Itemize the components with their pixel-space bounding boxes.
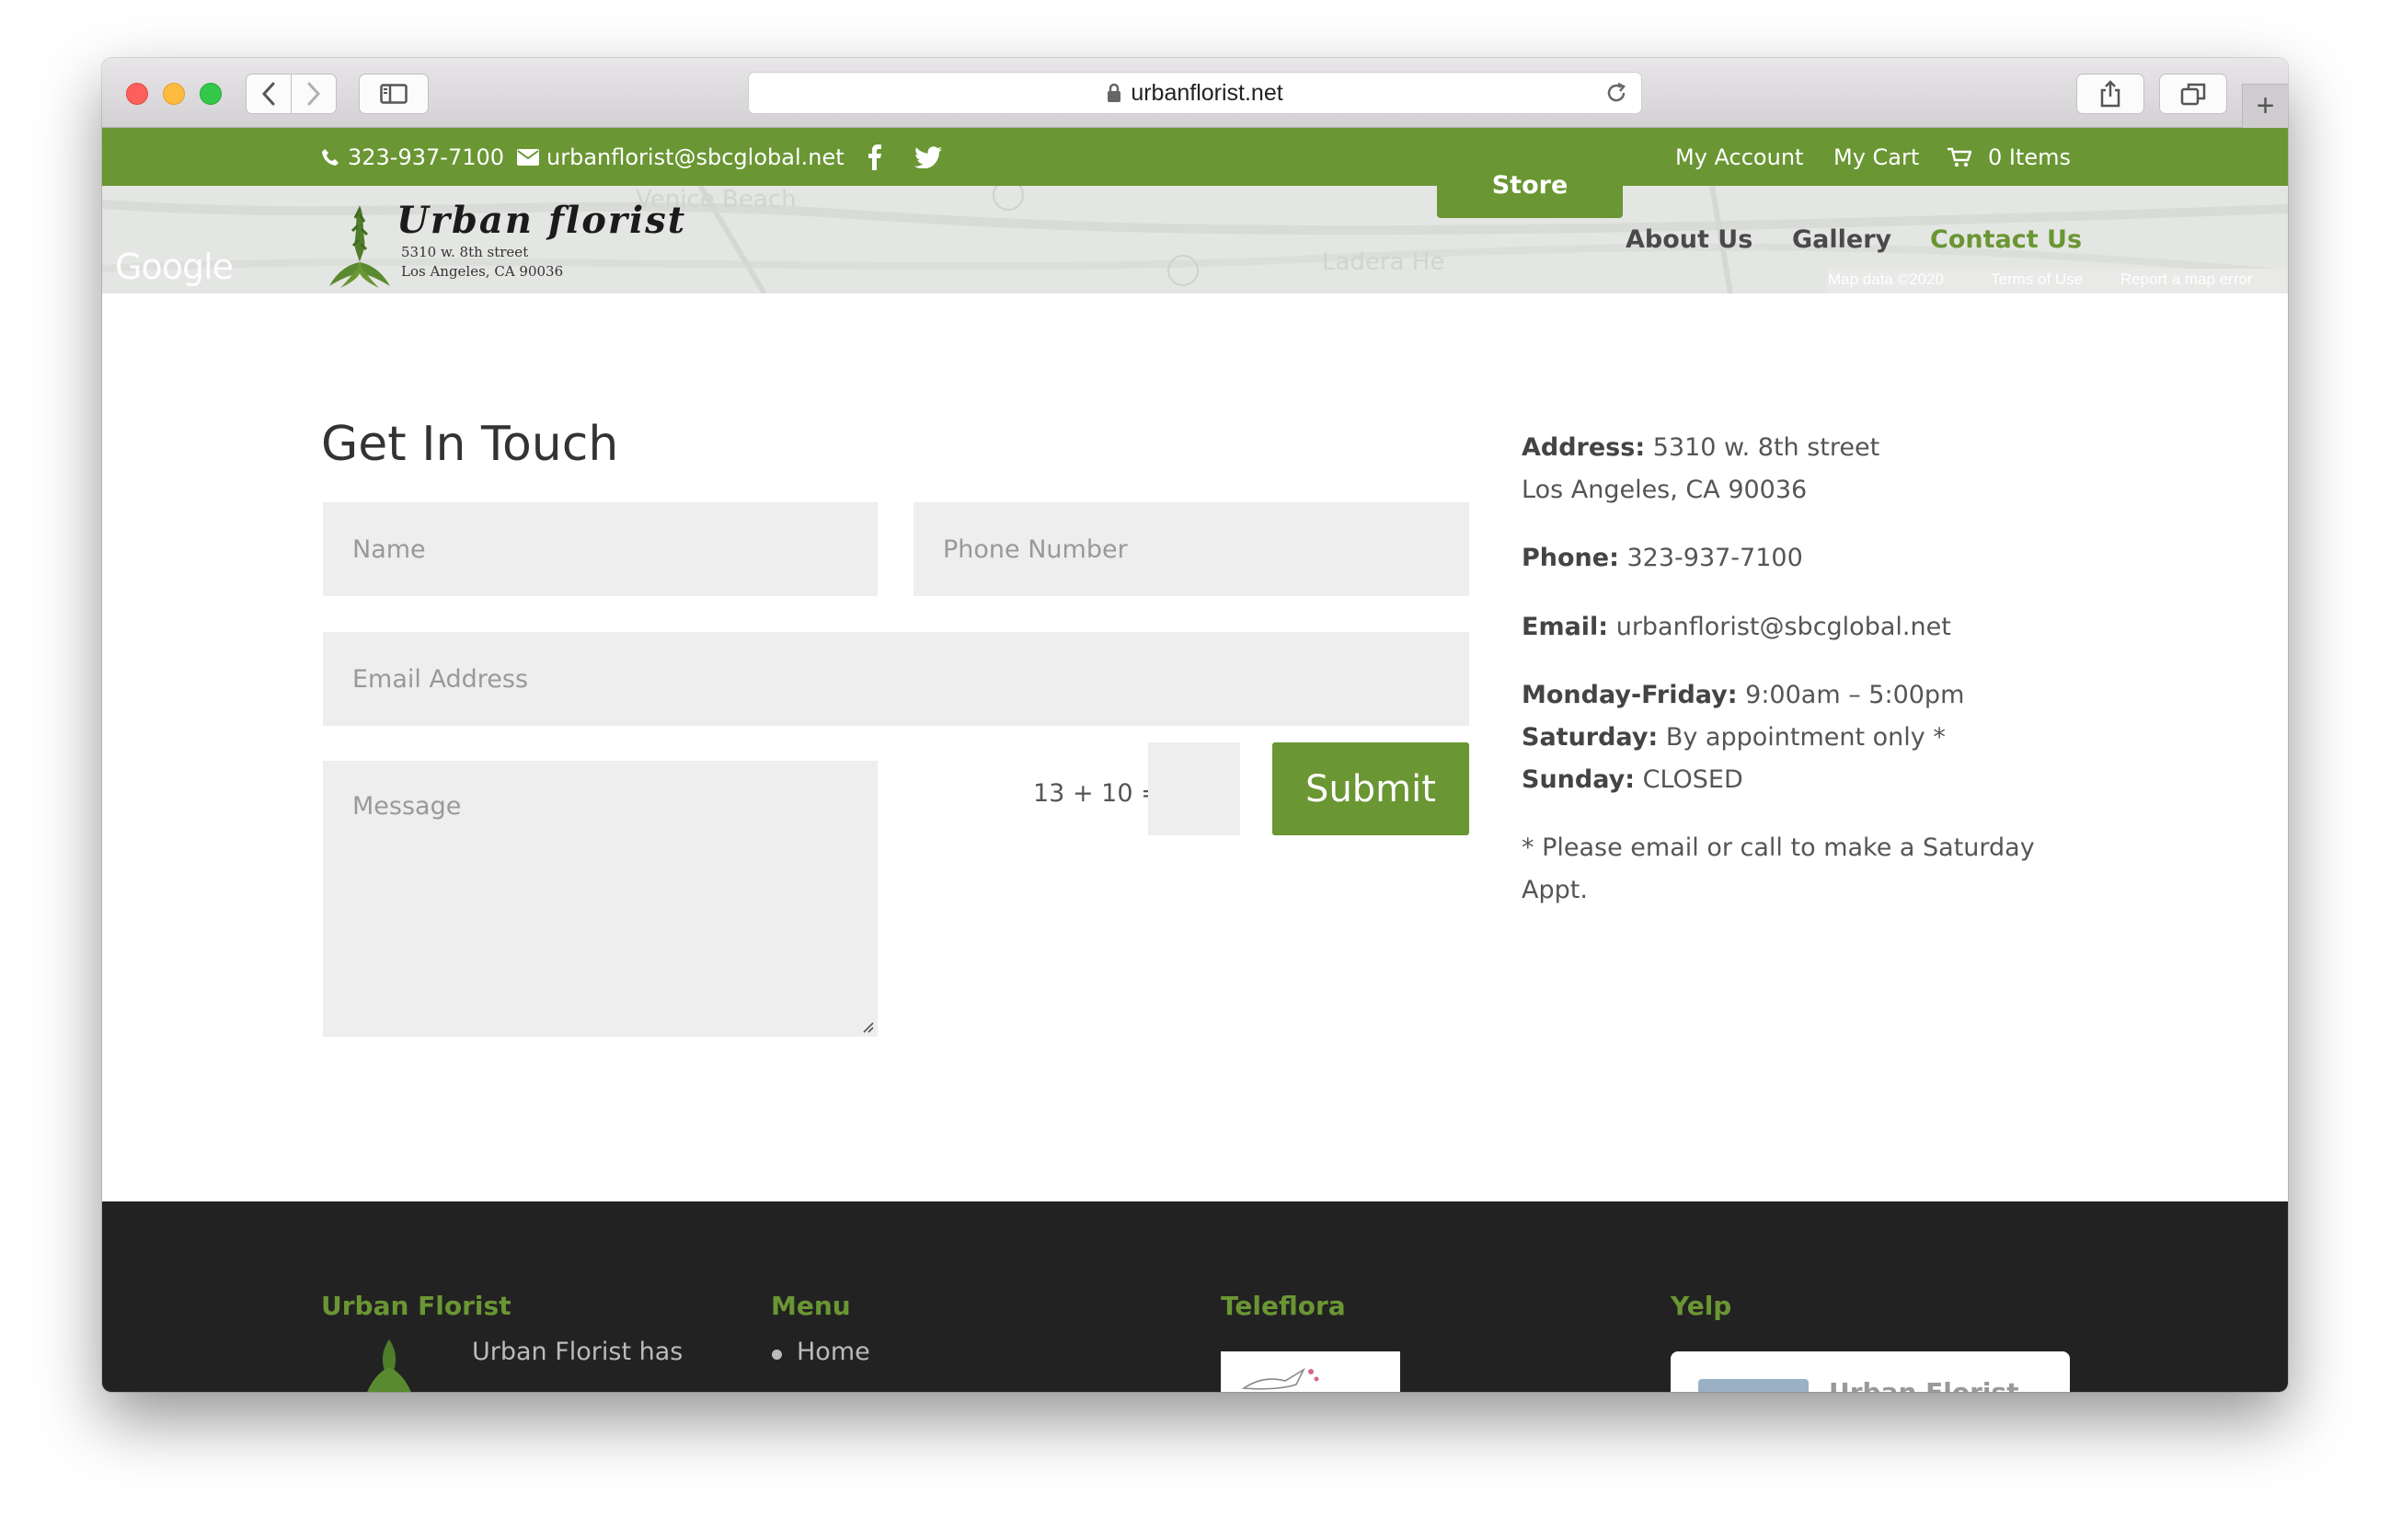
captcha-input[interactable] — [1148, 742, 1240, 835]
show-tabs-button[interactable] — [2159, 74, 2227, 114]
logo-address-line2: Los Angeles, CA 90036 — [401, 263, 564, 280]
my-account-link[interactable]: My Account — [1675, 128, 1803, 186]
saturday-note-line2: Appt. — [1522, 876, 1588, 904]
message-textarea[interactable] — [352, 792, 878, 1037]
chevron-right-icon — [307, 82, 321, 106]
cart-items-link[interactable]: 0 Items — [1948, 128, 2071, 186]
facebook-link[interactable] — [868, 128, 882, 186]
footer-title-teleflora: Teleflora — [1221, 1291, 1346, 1321]
phone-info: Phone: 323-937-7100 — [1522, 544, 1803, 572]
close-window-button[interactable] — [126, 83, 148, 105]
footer-menu-home[interactable]: Home — [797, 1338, 870, 1366]
nav-contact-us[interactable]: Contact Us — [1930, 186, 2082, 293]
name-field[interactable] — [323, 502, 878, 596]
yelp-widget[interactable]: Urban Florist — [1671, 1351, 2070, 1392]
google-logo: Google — [115, 247, 234, 287]
page-heading: Get In Touch — [321, 417, 619, 472]
reload-icon[interactable] — [1604, 81, 1628, 105]
twitter-link[interactable] — [914, 128, 942, 186]
twitter-icon — [914, 145, 942, 168]
yelp-business-name[interactable]: Urban Florist — [1829, 1377, 2019, 1392]
saturday-note-line1: * Please email or call to make a Saturda… — [1522, 833, 2035, 862]
captcha-question: 13 + 10 = — [1033, 779, 1162, 808]
site-header: Google Venice Beach Ladera He Map data ©… — [102, 186, 2288, 293]
email-field[interactable] — [323, 632, 1469, 726]
address-line2: Los Angeles, CA 90036 — [1522, 476, 1808, 504]
footer-title-yelp: Yelp — [1671, 1291, 1732, 1321]
share-icon — [2100, 80, 2120, 108]
nav-about-us[interactable]: About Us — [1626, 186, 1752, 293]
map-label-ladera: Ladera He — [1322, 248, 1445, 276]
top-info-bar: 323-937-7100 urbanflorist@sbcglobal.net … — [102, 128, 2288, 186]
nav-gallery[interactable]: Gallery — [1792, 186, 1891, 293]
phone-field[interactable] — [913, 502, 1469, 596]
hours-sunday: Sunday: CLOSED — [1522, 765, 1743, 794]
footer-about-text: Urban Florist has — [472, 1338, 684, 1366]
address-bar[interactable]: urbanflorist.net — [748, 72, 1642, 114]
facebook-icon — [868, 144, 881, 170]
site-footer: Urban Florist Urban Florist has Menu Hom… — [102, 1201, 2288, 1392]
map-report-link[interactable]: Report a map error — [2120, 270, 2253, 289]
sidebar-icon — [380, 84, 408, 104]
forward-button[interactable] — [291, 74, 337, 114]
chevron-left-icon — [261, 82, 275, 106]
phone-input[interactable] — [943, 534, 1469, 564]
nav-store-button[interactable]: Store — [1437, 152, 1623, 218]
back-button[interactable] — [246, 74, 292, 114]
phone-icon — [322, 148, 339, 166]
envelope-icon — [517, 148, 539, 166]
my-cart-link[interactable]: My Cart — [1833, 128, 1919, 186]
email-info: Email: urbanflorist@sbcglobal.net — [1522, 613, 1951, 641]
footer-title-menu: Menu — [771, 1291, 851, 1321]
lock-icon — [1108, 83, 1121, 102]
email-input[interactable] — [352, 664, 1469, 694]
tabs-icon — [2180, 83, 2206, 106]
share-button[interactable] — [2076, 74, 2144, 114]
submit-button[interactable]: Submit — [1272, 742, 1469, 835]
hours-saturday: Saturday: By appointment only * — [1522, 723, 1946, 752]
browser-toolbar: urbanflorist.net + — [102, 58, 2288, 128]
footer-title-urban-florist: Urban Florist — [321, 1291, 511, 1321]
logo-title[interactable]: Urban florist — [396, 199, 686, 242]
yelp-business-thumbnail — [1698, 1379, 1809, 1392]
new-tab-button[interactable]: + — [2242, 84, 2288, 128]
url-text: urbanflorist.net — [1131, 79, 1283, 106]
teleflora-badge[interactable] — [1221, 1351, 1400, 1392]
message-field[interactable] — [323, 761, 878, 1037]
browser-window: urbanflorist.net + 323-937-7100 urbanflo… — [102, 58, 2288, 1392]
teleflora-dove-icon — [1241, 1367, 1319, 1390]
minimize-window-button[interactable] — [163, 83, 185, 105]
sidebar-toggle-button[interactable] — [359, 74, 429, 114]
shopping-cart-icon — [1948, 147, 1971, 167]
footer-logo-plant-icon — [367, 1339, 411, 1392]
topbar-email[interactable]: urbanflorist@sbcglobal.net — [517, 128, 845, 186]
resize-handle-icon[interactable] — [861, 1020, 874, 1033]
plus-icon: + — [2256, 88, 2275, 123]
bullet-icon — [772, 1350, 782, 1360]
logo-plant-icon — [329, 205, 390, 288]
topbar-phone[interactable]: 323-937-7100 — [320, 128, 504, 186]
address-line1: Address: 5310 w. 8th street — [1522, 433, 1880, 462]
name-input[interactable] — [352, 534, 878, 564]
zoom-window-button[interactable] — [200, 83, 222, 105]
logo-address-line1: 5310 w. 8th street — [401, 244, 529, 260]
hours-weekday: Monday-Friday: 9:00am – 5:00pm — [1522, 681, 1965, 709]
